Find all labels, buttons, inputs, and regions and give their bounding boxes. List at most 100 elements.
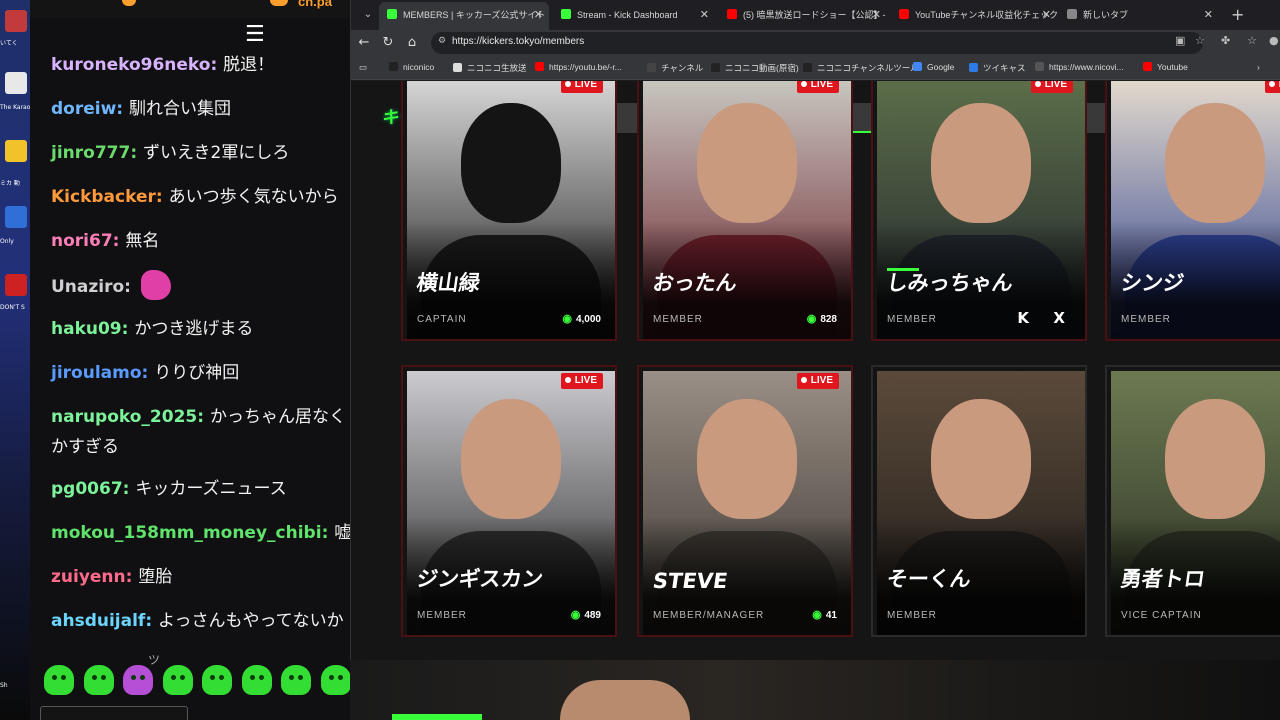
chat-text: 無名 (125, 231, 160, 251)
bookmark-item[interactable]: ニコニコ動画(原宿) (711, 62, 799, 74)
browser-tab[interactable]: 新しいタブ ✕ (1059, 4, 1219, 26)
bookmark-item[interactable]: ツイキャス (969, 62, 1026, 74)
bookmark-favicon-icon (969, 63, 978, 72)
emote-icon[interactable] (123, 665, 153, 695)
chat-username[interactable]: haku09 (51, 319, 122, 339)
chat-colon: : (321, 523, 335, 543)
tab-close-icon[interactable]: ✕ (872, 4, 881, 26)
chat-username[interactable]: jiroulamo (51, 363, 142, 383)
bookmark-item[interactable]: niconico (389, 62, 434, 72)
chat-username[interactable]: jinro777 (51, 143, 130, 163)
eye-icon: ◉ (570, 609, 581, 621)
chat-username[interactable]: nori67 (51, 231, 113, 251)
chat-username[interactable]: Kickbacker (51, 187, 156, 207)
bookmarks-overflow-icon[interactable]: › (1257, 62, 1260, 72)
tab-search-icon[interactable]: ⌄ (359, 6, 377, 24)
back-button[interactable]: ← (355, 34, 373, 52)
member-card[interactable]: LIVE STEVE MEMBER/MANAGER ◉ 41 (637, 365, 853, 637)
eye-icon: ◉ (806, 313, 817, 325)
tab-close-icon[interactable]: ✕ (1204, 4, 1213, 26)
browser-tab[interactable]: YouTubeチャンネル収益化チェック | Y ✕ (891, 4, 1057, 26)
emote-icon[interactable] (202, 665, 232, 695)
desktop-strip: いてく The Karao ミカ 動 Only DON'T S Sh (0, 0, 30, 720)
desktop-app-icon[interactable] (5, 206, 27, 228)
extensions-icon[interactable]: ✤ (1221, 34, 1230, 47)
member-face (931, 399, 1031, 519)
chat-message: mokou_158mm_money_chibi: 嘘つ (51, 518, 350, 548)
tab-favicon-icon (899, 9, 909, 19)
member-role: MEMBER (887, 314, 937, 325)
emote-bar-label: ツ (148, 653, 161, 667)
chat-text: キッカーズニュース (135, 479, 287, 499)
chat-username[interactable]: Unaziro (51, 277, 124, 297)
tab-title: (5) 暗黒放送ロードショー【公認】- You (743, 10, 887, 20)
emote-icon[interactable] (320, 665, 350, 695)
chat-text: 馴れ合い集団 (129, 99, 232, 119)
chat-message: jiroulamo: りりび神回 (51, 358, 350, 388)
bookmarks-menu-icon[interactable]: ▭ (359, 62, 367, 73)
desktop-app-icon[interactable] (5, 72, 27, 94)
favorites-icon[interactable]: ☆ (1247, 34, 1257, 47)
chat-username[interactable]: zuiyenn (51, 567, 126, 587)
browser-tab[interactable]: (5) 暗黒放送ロードショー【公認】- You✕ (719, 4, 887, 26)
member-role: MEMBER (887, 610, 937, 621)
tab-close-icon[interactable]: ✕ (1042, 4, 1051, 26)
emote-icon[interactable] (162, 665, 193, 695)
browser-tab[interactable]: MEMBERS | キッカーズ公式サイト ✕ (379, 2, 549, 30)
chat-username[interactable]: mokou_158mm_money_chibi (51, 523, 322, 543)
chat-username[interactable]: pg0067 (51, 479, 123, 499)
bookmark-star-icon[interactable]: ☆ (1195, 34, 1205, 47)
bookmark-item[interactable]: Youtube (1143, 62, 1188, 72)
member-card[interactable]: LIVE ジンギスカン MEMBER ◉ 489 (401, 365, 617, 637)
chat-colon: : (124, 277, 137, 297)
member-face (461, 399, 561, 519)
emote-icon[interactable] (44, 665, 74, 695)
member-face (931, 103, 1031, 223)
bookmark-item[interactable]: https://www.nicovi... (1035, 62, 1124, 72)
live-badge: LIVE (560, 373, 603, 389)
member-card[interactable]: LIVE おったん MEMBER ◉ 828 (637, 81, 853, 341)
member-card[interactable]: LIVE 横山緑 CAPTAIN ◉ 4,000 (401, 81, 617, 341)
bookmark-item[interactable]: Google (913, 62, 954, 72)
profile-icon[interactable]: ● (1269, 34, 1279, 47)
chat-colon: : (141, 363, 155, 383)
browser-tab[interactable]: Stream - Kick Dashboard ✕ (553, 4, 715, 26)
x-icon[interactable]: X (1053, 309, 1065, 327)
reload-button[interactable]: ↻ (379, 34, 397, 52)
emote-icon[interactable] (281, 665, 311, 695)
toolbar: ← ↻ ⌂ ⚙ https://kickers.tokyo/members ▣ … (351, 30, 1280, 56)
tab-close-icon[interactable]: ✕ (700, 4, 709, 26)
install-app-icon[interactable]: ▣ (1175, 34, 1185, 47)
kick-icon[interactable]: K (1017, 309, 1029, 327)
member-card[interactable]: LIVE しみっちゃん MEMBER K X (871, 81, 1087, 341)
member-card[interactable]: 勇者トロ VICE CAPTAIN (1105, 365, 1280, 637)
address-bar[interactable]: ⚙ https://kickers.tokyo/members (431, 32, 1203, 54)
chat-header: ch.pa (30, 0, 350, 18)
chat-username[interactable]: doreiw (51, 99, 116, 119)
desktop-app-icon[interactable] (5, 10, 27, 32)
chat-menu-icon[interactable]: ☰ (245, 24, 265, 46)
chat-text: ずいえき2軍にしろ (143, 143, 290, 163)
desktop-app-icon[interactable] (5, 140, 27, 162)
site-info-icon[interactable]: ⚙ (438, 36, 446, 46)
eye-icon: ◉ (562, 313, 572, 325)
emote-icon[interactable] (83, 665, 114, 695)
chat-username[interactable]: kuroneko96neko (51, 55, 210, 75)
bookmark-item[interactable]: ニコニコ生放送 (453, 62, 527, 74)
chat-message: かすぎる (51, 432, 350, 462)
home-button[interactable]: ⌂ (403, 34, 421, 52)
bookmark-item[interactable]: ニコニコチャンネルツール (803, 62, 919, 74)
bookmark-item[interactable]: https://youtu.be/-r... (535, 62, 622, 72)
tab-close-icon[interactable]: ✕ (534, 2, 543, 28)
member-card[interactable]: LIVE シンジ MEMBER (1105, 81, 1280, 341)
chat-username[interactable]: ahsduijalf (51, 611, 145, 631)
chat-input[interactable] (40, 706, 188, 720)
emote-icon[interactable] (241, 665, 272, 695)
desktop-icon-label: DON'T S (0, 304, 25, 311)
chat-username[interactable]: narupoko_2025 (51, 407, 197, 427)
bookmark-item[interactable]: チャンネル (647, 62, 703, 74)
chat-text: 嘘つ (334, 523, 350, 543)
new-tab-button[interactable]: + (1231, 5, 1244, 24)
desktop-app-icon[interactable] (5, 274, 27, 296)
member-card[interactable]: そーくん MEMBER (871, 365, 1087, 637)
